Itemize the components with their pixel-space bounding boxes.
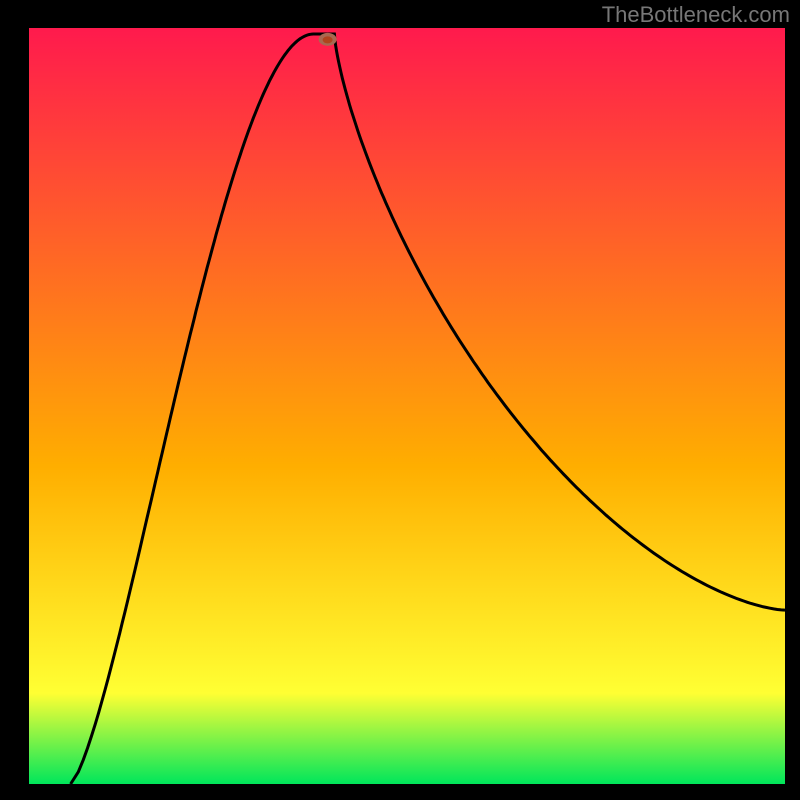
legend-dot-inner: [323, 36, 333, 43]
plot-area: [29, 28, 785, 784]
watermark-text: TheBottleneck.com: [602, 2, 790, 28]
bottleneck-chart: [0, 0, 800, 800]
